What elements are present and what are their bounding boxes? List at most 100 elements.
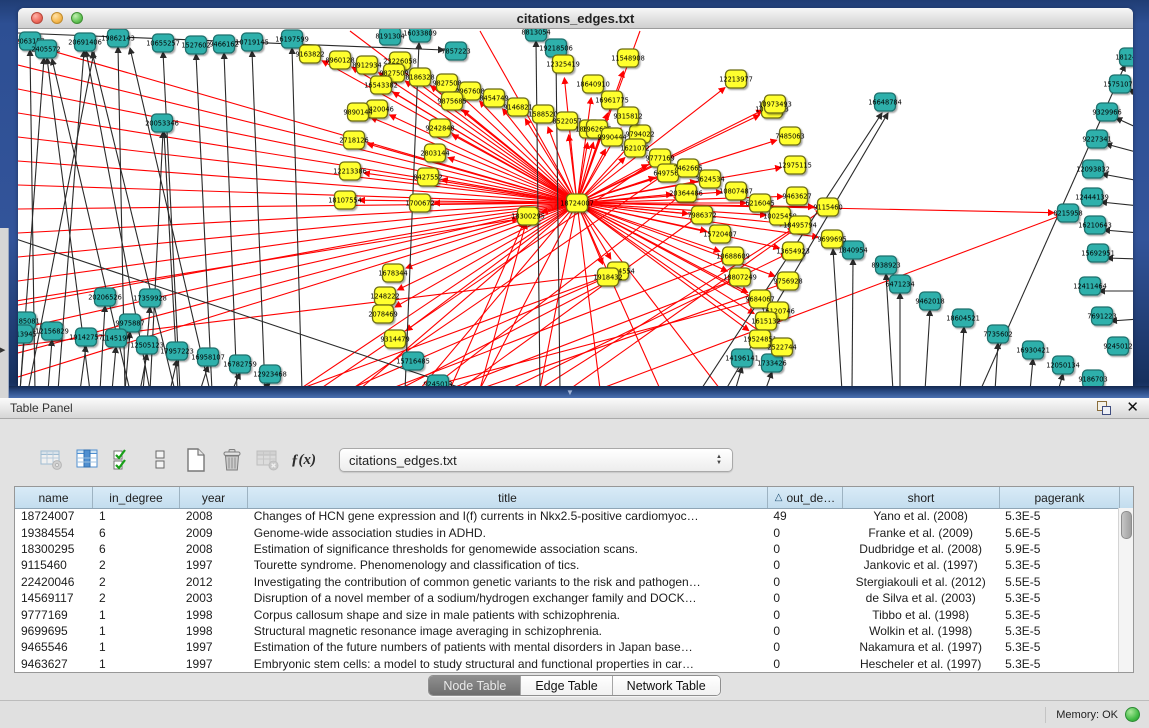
close-window-icon[interactable] — [31, 12, 43, 24]
graph-node[interactable]: 1700672 — [405, 194, 434, 212]
graph-node[interactable]: 12156829 — [35, 322, 69, 340]
graph-node[interactable]: 15751074 — [1103, 75, 1133, 93]
graph-node[interactable]: 9699695 — [817, 230, 846, 248]
graph-node[interactable]: 16961775 — [595, 91, 629, 109]
table-row[interactable]: 1938455462009Genome-wide association stu… — [15, 524, 1119, 540]
collapsed-panel-strip[interactable]: ▶ — [0, 228, 9, 398]
graph-node[interactable]: 1527602 — [181, 36, 210, 54]
graph-node[interactable]: 1615132 — [751, 312, 780, 330]
graph-node[interactable]: 2803144 — [420, 144, 449, 162]
tab-edge-table[interactable]: Edge Table — [521, 676, 612, 695]
graph-node[interactable]: 18640910 — [576, 75, 610, 93]
table-scrollbar[interactable] — [1118, 508, 1133, 672]
graph-node[interactable]: 9463627 — [782, 187, 811, 205]
graph-node[interactable]: 8186328 — [405, 68, 434, 86]
graph-node[interactable]: 7735602 — [983, 325, 1012, 343]
minimize-window-icon[interactable] — [51, 12, 63, 24]
graph-node[interactable]: 17359928 — [133, 289, 167, 307]
zoom-window-icon[interactable] — [71, 12, 83, 24]
graph-node[interactable]: 12050134 — [1046, 356, 1080, 374]
graph-node[interactable]: 9756928 — [773, 272, 802, 290]
graph-node[interactable]: 12923468 — [253, 365, 287, 383]
graph-node[interactable]: 12505123 — [130, 336, 164, 354]
graph-node[interactable]: 9242848 — [425, 119, 454, 137]
graph-node[interactable]: 9329966 — [1092, 103, 1121, 121]
graph-node[interactable]: 10655257 — [146, 34, 180, 52]
column-header-out_de[interactable]: △out_de… — [768, 487, 843, 508]
citation-network-graph[interactable]: 2063157240557220691406198621431065525715… — [18, 29, 1133, 388]
table-row[interactable]: 1830029562008Estimation of significance … — [15, 541, 1119, 557]
graph-node[interactable]: 19142757 — [69, 328, 103, 346]
column-header-title[interactable]: title — [248, 487, 768, 508]
table-row[interactable]: 969969511998Structural magnetic resonanc… — [15, 623, 1119, 639]
tab-network-table[interactable]: Network Table — [613, 676, 720, 695]
function-builder-icon[interactable]: ƒ(x) — [290, 447, 317, 474]
graph-node[interactable]: 1918432 — [593, 268, 622, 286]
create-column-icon[interactable] — [182, 447, 209, 474]
table-selector-combobox[interactable]: citations_edges.txt ▲▼ — [339, 448, 733, 472]
graph-node[interactable]: 15720407 — [703, 225, 737, 243]
graph-node[interactable]: 11548908 — [611, 49, 645, 67]
graph-node[interactable]: 15692951 — [1081, 244, 1115, 262]
graph-node[interactable]: 1678344 — [378, 264, 407, 282]
row-height-icon[interactable] — [146, 447, 173, 474]
column-header-in_degree[interactable]: in_degree — [93, 487, 180, 508]
table-row[interactable]: 911546021997Tourette syndrome. Phenomeno… — [15, 557, 1119, 573]
table-row[interactable]: 946362711997Embryonic stem cells: a mode… — [15, 656, 1119, 672]
graph-node[interactable]: 8215958 — [1053, 204, 1082, 222]
graph-node[interactable]: 10719145 — [235, 33, 269, 51]
graph-node[interactable]: 1248222 — [370, 287, 399, 305]
split-pane-grip-icon[interactable]: ▼ — [566, 389, 574, 397]
table-row[interactable]: 946554611997Estimation of the future num… — [15, 639, 1119, 655]
graph-node[interactable]: 19218506 — [539, 39, 573, 57]
graph-node[interactable]: 12444139 — [1075, 188, 1109, 206]
graph-node[interactable]: 16648784 — [868, 93, 902, 111]
graph-node[interactable]: 2405572 — [31, 40, 60, 58]
graph-node[interactable]: 8960128 — [325, 51, 354, 69]
column-header-name[interactable]: name — [15, 487, 93, 508]
graph-node[interactable]: 2078469 — [368, 305, 397, 323]
graph-node[interactable]: 3624534 — [695, 170, 724, 188]
graph-node[interactable]: 9163822 — [295, 45, 324, 63]
graph-node[interactable]: 9890144 — [343, 103, 372, 121]
graph-node[interactable]: 7986372 — [687, 206, 716, 224]
graph-node[interactable]: 7462665 — [673, 159, 702, 177]
graph-node[interactable]: 8191304 — [375, 29, 404, 45]
graph-node[interactable]: 9115460 — [813, 198, 842, 216]
graph-node[interactable]: 17957223 — [160, 342, 194, 360]
graph-node[interactable]: 9245012 — [1103, 337, 1132, 355]
close-panel-icon[interactable]: ✕ — [1126, 401, 1139, 415]
graph-node[interactable]: 1812405 — [1115, 48, 1133, 66]
graph-node[interactable]: 12325419 — [546, 55, 580, 73]
graph-node[interactable]: 8813054 — [521, 29, 550, 41]
column-header-pagerank[interactable]: pagerank — [1000, 487, 1120, 508]
graph-node[interactable]: 9462018 — [915, 292, 944, 310]
table-row[interactable]: 977716911998Corpus callosum shape and si… — [15, 606, 1119, 622]
graph-node[interactable]: 12213977 — [719, 70, 753, 88]
graph-node[interactable]: 6471234 — [885, 275, 914, 293]
delete-column-icon[interactable] — [218, 447, 245, 474]
tab-node-table[interactable]: Node Table — [429, 676, 521, 695]
graph-node[interactable]: 7691223 — [1087, 307, 1116, 325]
scrollbar-thumb[interactable] — [1121, 511, 1132, 539]
network-canvas[interactable]: 2063157240557220691406198621431065525715… — [18, 29, 1133, 388]
graph-node[interactable]: 12411464 — [1073, 277, 1107, 295]
expand-panel-icon[interactable]: ▶ — [0, 346, 5, 354]
graph-node[interactable]: 14196141 — [725, 349, 759, 367]
graph-node[interactable]: 9314479 — [380, 330, 409, 348]
graph-node[interactable]: 9990444 — [597, 128, 626, 146]
graph-node[interactable]: 16210643 — [1078, 216, 1112, 234]
graph-node[interactable]: 1733426 — [757, 354, 786, 372]
graph-node[interactable]: 16782759 — [223, 355, 257, 373]
graph-node[interactable]: 18604521 — [946, 309, 980, 327]
graph-node[interactable]: 7857223 — [441, 42, 470, 60]
float-window-icon[interactable] — [1096, 401, 1112, 415]
graph-node[interactable]: 16930421 — [1016, 341, 1050, 359]
graph-node[interactable]: 8938923 — [871, 256, 900, 274]
show-column-icon[interactable] — [74, 447, 101, 474]
graph-node[interactable]: 8912934 — [352, 56, 381, 74]
select-columns-icon[interactable] — [110, 447, 137, 474]
column-header-year[interactable]: year — [180, 487, 248, 508]
graph-node[interactable]: 7485063 — [775, 127, 804, 145]
graph-node[interactable]: 2718126 — [339, 131, 368, 149]
